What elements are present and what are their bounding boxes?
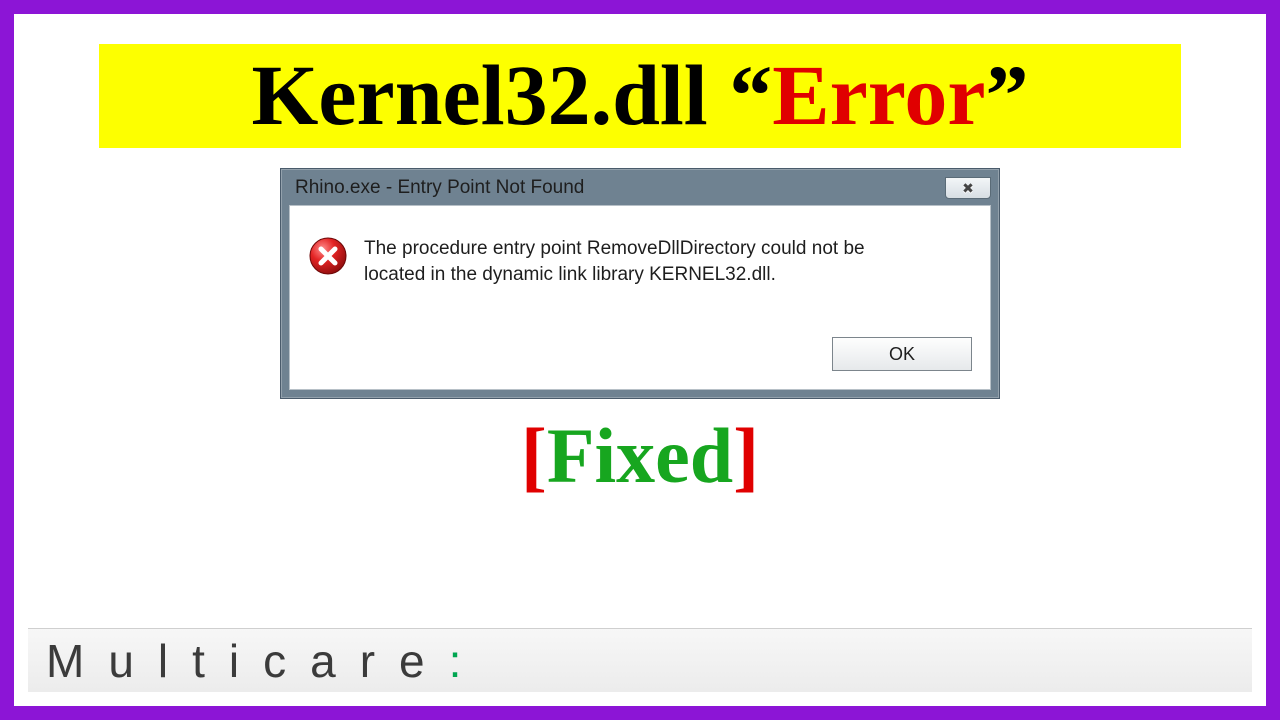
close-icon: ✖ xyxy=(962,180,974,197)
fixed-bracket-close: ] xyxy=(733,412,759,499)
headline-text: Kernel32.dll “Error” xyxy=(99,52,1181,138)
dialog-body: The procedure entry point RemoveDllDirec… xyxy=(289,205,991,390)
fixed-bracket-open: [ xyxy=(521,412,547,499)
fixed-caption: [Fixed] xyxy=(14,417,1266,495)
dialog-titlebar: Rhino.exe - Entry Point Not Found ✖ xyxy=(289,177,991,205)
dialog-title: Rhino.exe - Entry Point Not Found xyxy=(295,177,584,199)
headline-quote-close: ” xyxy=(986,47,1029,143)
ok-button-label: OK xyxy=(889,344,915,365)
dialog-area: Rhino.exe - Entry Point Not Found ✖ xyxy=(14,168,1266,399)
ok-button[interactable]: OK xyxy=(832,337,972,371)
error-dialog: Rhino.exe - Entry Point Not Found ✖ xyxy=(280,168,1000,399)
thumbnail-frame: Kernel32.dll “Error” Rhino.exe - Entry P… xyxy=(0,0,1280,720)
brand-colon: : xyxy=(449,634,486,688)
headline-quote-open: “ xyxy=(729,47,772,143)
error-icon xyxy=(308,236,348,276)
message-row: The procedure entry point RemoveDllDirec… xyxy=(308,236,972,287)
headline-kernel: Kernel32.dll xyxy=(251,47,729,143)
brand-name: Multicare xyxy=(46,634,449,688)
headline-error: Error xyxy=(772,47,985,143)
close-button[interactable]: ✖ xyxy=(945,177,991,199)
headline-banner: Kernel32.dll “Error” xyxy=(99,44,1181,148)
fixed-word: Fixed xyxy=(547,412,733,499)
button-row: OK xyxy=(308,287,972,371)
brand-strip: Multicare: xyxy=(28,628,1252,692)
dialog-message: The procedure entry point RemoveDllDirec… xyxy=(364,236,924,287)
